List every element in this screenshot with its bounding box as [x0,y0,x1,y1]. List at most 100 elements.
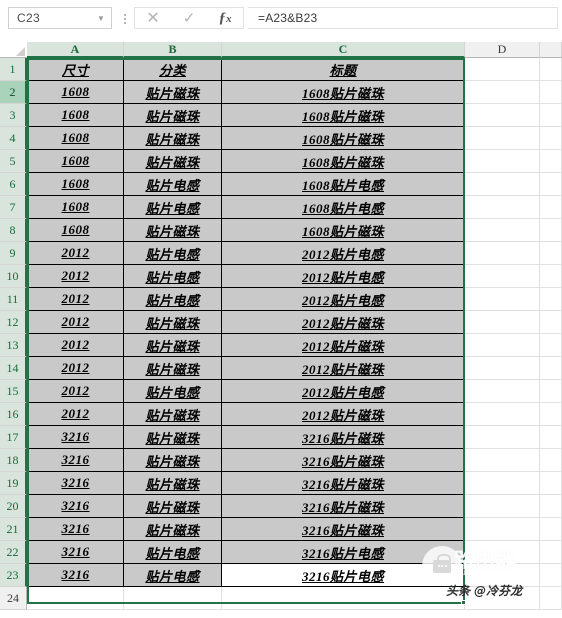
row-header-3[interactable]: 3 [0,104,27,127]
cell-B9[interactable]: 贴片电感 [124,242,222,265]
cell-A22[interactable]: 3216 [27,541,124,564]
cell-B4[interactable]: 贴片磁珠 [124,127,222,150]
cell-E18[interactable] [540,449,562,472]
cell-C2[interactable]: 1608贴片磁珠 [222,81,465,104]
cell-B22[interactable]: 贴片电感 [124,541,222,564]
cell-E11[interactable] [540,288,562,311]
cell-A8[interactable]: 1608 [27,219,124,242]
cell-B15[interactable]: 贴片电感 [124,380,222,403]
row-header-12[interactable]: 12 [0,311,27,334]
row-header-14[interactable]: 14 [0,357,27,380]
cell-E2[interactable] [540,81,562,104]
cell-B5[interactable]: 贴片磁珠 [124,150,222,173]
cell-D9[interactable] [465,242,540,265]
cell-C8[interactable]: 1608贴片磁珠 [222,219,465,242]
cell-C17[interactable]: 3216贴片磁珠 [222,426,465,449]
row-header-8[interactable]: 8 [0,219,27,242]
cell-A6[interactable]: 1608 [27,173,124,196]
cell-C6[interactable]: 1608贴片电感 [222,173,465,196]
row-header-21[interactable]: 21 [0,518,27,541]
cell-A12[interactable]: 2012 [27,311,124,334]
cell-D13[interactable] [465,334,540,357]
cell-D15[interactable] [465,380,540,403]
cell-D23[interactable] [465,564,540,587]
formula-input[interactable]: =A23&B23 [248,7,558,29]
row-header-1[interactable]: 1 [0,58,27,81]
cell-B13[interactable]: 贴片磁珠 [124,334,222,357]
cell-B21[interactable]: 贴片磁珠 [124,518,222,541]
row-header-18[interactable]: 18 [0,449,27,472]
cell-B11[interactable]: 贴片电感 [124,288,222,311]
column-header-d[interactable]: D [465,42,540,58]
cell-C21[interactable]: 3216贴片磁珠 [222,518,465,541]
vertical-dots-icon[interactable] [120,11,130,27]
cell-B6[interactable]: 贴片电感 [124,173,222,196]
row-header-11[interactable]: 11 [0,288,27,311]
cell-E1[interactable] [540,58,562,81]
cell-B17[interactable]: 贴片磁珠 [124,426,222,449]
cell-A2[interactable]: 1608 [27,81,124,104]
cell-D19[interactable] [465,472,540,495]
cell-B18[interactable]: 贴片磁珠 [124,449,222,472]
row-header-17[interactable]: 17 [0,426,27,449]
cell-B8[interactable]: 贴片磁珠 [124,219,222,242]
cell-D21[interactable] [465,518,540,541]
cell-C16[interactable]: 2012贴片磁珠 [222,403,465,426]
cell-E21[interactable] [540,518,562,541]
row-header-15[interactable]: 15 [0,380,27,403]
row-header-24[interactable]: 24 [0,587,27,610]
cell-A14[interactable]: 2012 [27,357,124,380]
cell-A7[interactable]: 1608 [27,196,124,219]
cell-D5[interactable] [465,150,540,173]
cell-E5[interactable] [540,150,562,173]
fx-icon[interactable]: ƒx [209,8,241,28]
cell-E13[interactable] [540,334,562,357]
cell-D6[interactable] [465,173,540,196]
cell-C14[interactable]: 2012贴片磁珠 [222,357,465,380]
cell-C23[interactable]: 3216贴片电感 [222,564,465,587]
cell-A18[interactable]: 3216 [27,449,124,472]
check-icon[interactable]: ✓ [173,8,205,28]
cell-E19[interactable] [540,472,562,495]
row-header-9[interactable]: 9 [0,242,27,265]
cell-A15[interactable]: 2012 [27,380,124,403]
cell-B14[interactable]: 贴片磁珠 [124,357,222,380]
cell-A5[interactable]: 1608 [27,150,124,173]
cell-B16[interactable]: 贴片磁珠 [124,403,222,426]
cell-C12[interactable]: 2012贴片磁珠 [222,311,465,334]
cell-A17[interactable]: 3216 [27,426,124,449]
cell-D22[interactable] [465,541,540,564]
row-header-7[interactable]: 7 [0,196,27,219]
cell-A10[interactable]: 2012 [27,265,124,288]
cell-E12[interactable] [540,311,562,334]
cell-E6[interactable] [540,173,562,196]
cell-B24[interactable] [124,587,222,610]
row-header-6[interactable]: 6 [0,173,27,196]
cell-C24[interactable] [222,587,465,610]
cell-A1[interactable]: 尺寸 [27,58,124,81]
cell-C1[interactable]: 标题 [222,58,465,81]
cell-A21[interactable]: 3216 [27,518,124,541]
cell-D10[interactable] [465,265,540,288]
cell-A20[interactable]: 3216 [27,495,124,518]
cell-B2[interactable]: 贴片磁珠 [124,81,222,104]
cell-C5[interactable]: 1608贴片磁珠 [222,150,465,173]
cell-E17[interactable] [540,426,562,449]
cell-C13[interactable]: 2012贴片磁珠 [222,334,465,357]
cell-D7[interactable] [465,196,540,219]
cell-A19[interactable]: 3216 [27,472,124,495]
cell-C15[interactable]: 2012贴片电感 [222,380,465,403]
cell-E4[interactable] [540,127,562,150]
cell-B12[interactable]: 贴片磁珠 [124,311,222,334]
cell-C10[interactable]: 2012贴片电感 [222,265,465,288]
row-header-19[interactable]: 19 [0,472,27,495]
row-header-2[interactable]: 2 [0,81,27,104]
column-header-c[interactable]: C [222,42,465,58]
chevron-down-icon[interactable]: ▼ [95,14,111,23]
row-header-13[interactable]: 13 [0,334,27,357]
cell-E14[interactable] [540,357,562,380]
cell-A4[interactable]: 1608 [27,127,124,150]
cell-B1[interactable]: 分类 [124,58,222,81]
cell-E10[interactable] [540,265,562,288]
cell-C4[interactable]: 1608贴片磁珠 [222,127,465,150]
